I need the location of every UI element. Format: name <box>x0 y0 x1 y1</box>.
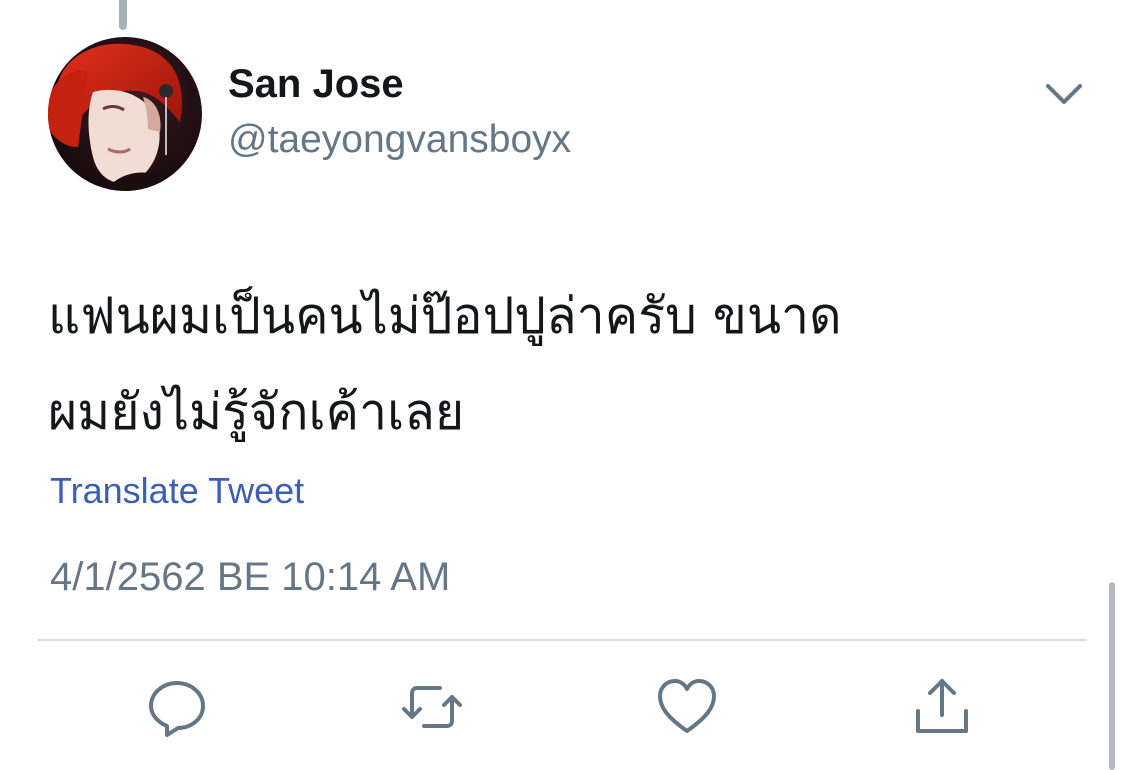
tweet-timestamp: 4/1/2562 BE 10:14 AM <box>50 555 451 599</box>
tweet-text-line: ผมยังไม่รู้จักเค้าเลย <box>48 383 465 441</box>
reply-button[interactable] <box>145 675 209 739</box>
avatar-image <box>48 37 202 191</box>
share-icon <box>916 679 968 733</box>
heart-icon <box>658 679 716 733</box>
tweet-menu-button[interactable] <box>1040 74 1088 114</box>
tweet-text: แฟนผมเป็นคนไม่ป๊อปปูล่าครับ ขนาด ผมยังไม… <box>48 268 1088 460</box>
thread-connector-line <box>119 0 127 30</box>
divider <box>38 639 1087 641</box>
retweet-button[interactable] <box>400 675 464 739</box>
reply-icon <box>149 681 205 737</box>
share-button[interactable] <box>910 675 974 739</box>
retweet-icon <box>402 686 462 728</box>
user-handle[interactable]: @taeyongvansboyx <box>228 118 571 162</box>
tweet-text-line: แฟนผมเป็นคนไม่ป๊อปปูล่าครับ ขนาด <box>48 287 842 345</box>
scrollbar[interactable] <box>1109 582 1115 770</box>
avatar[interactable] <box>48 37 202 191</box>
chevron-down-icon <box>1046 84 1082 104</box>
display-name[interactable]: San Jose <box>228 62 404 107</box>
like-button[interactable] <box>655 675 719 739</box>
translate-tweet-link[interactable]: Translate Tweet <box>50 470 304 512</box>
